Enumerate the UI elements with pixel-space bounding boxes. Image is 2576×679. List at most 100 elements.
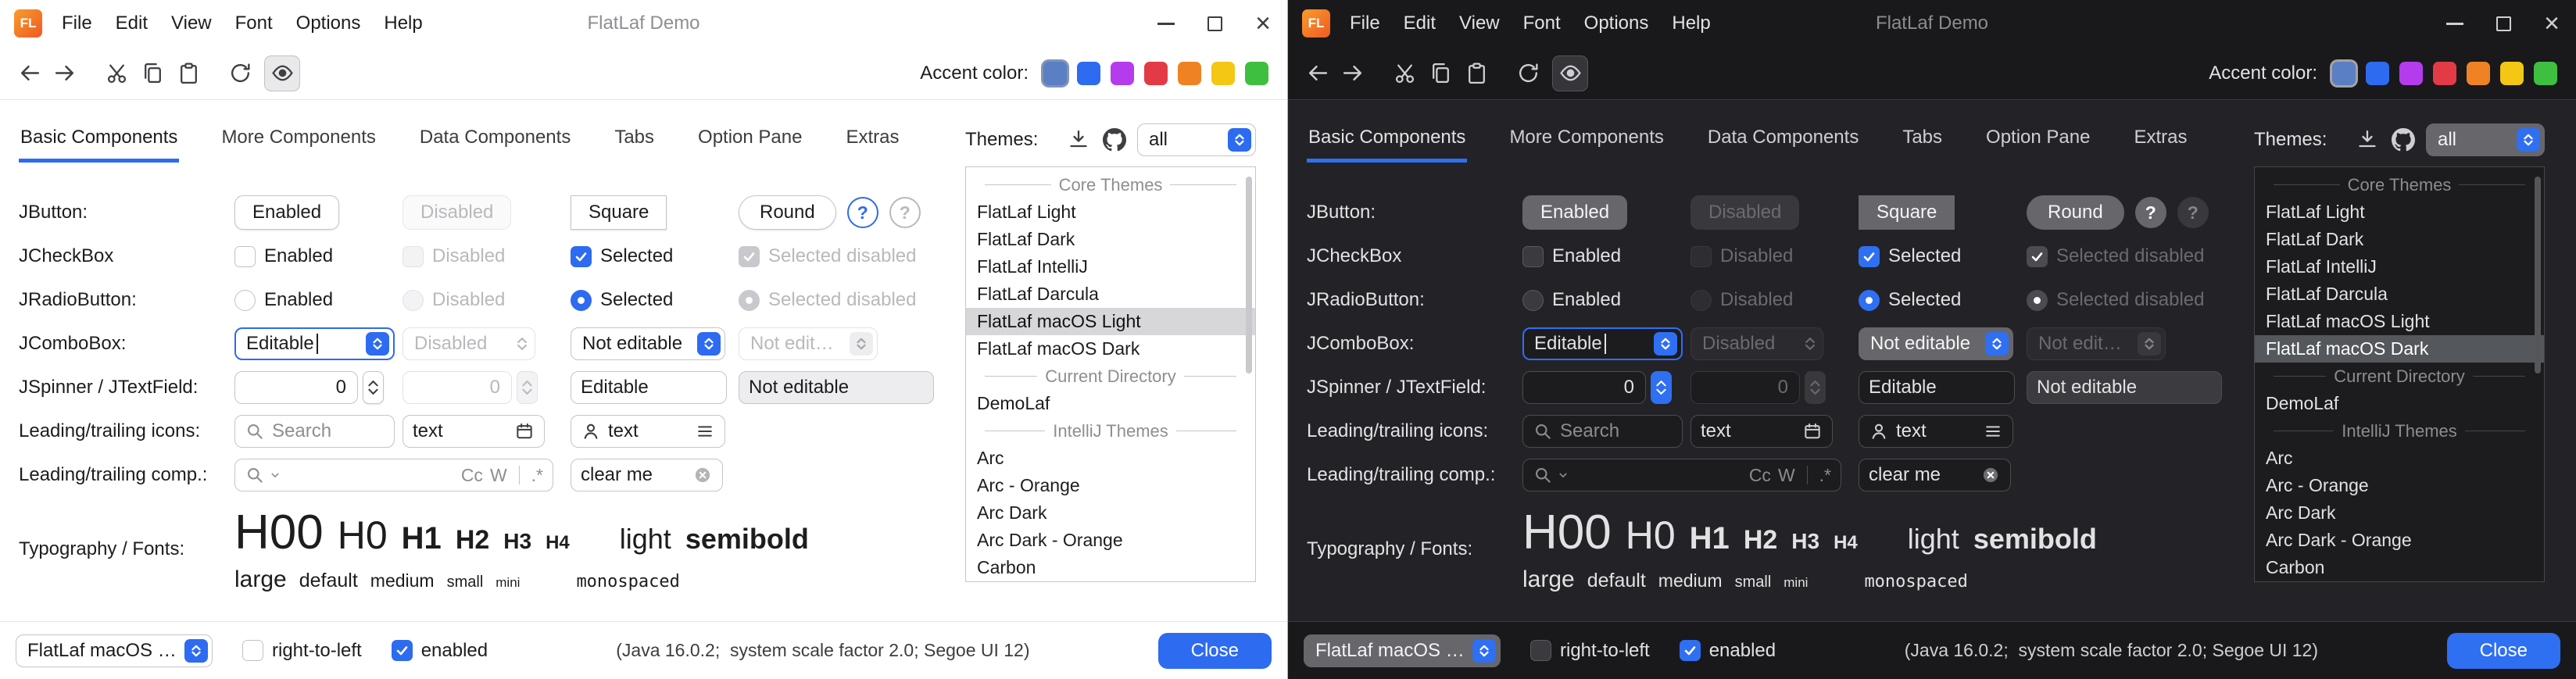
themes-filter-combo[interactable]: all xyxy=(1137,123,1256,156)
round-button[interactable]: Round xyxy=(2027,195,2124,230)
accent-swatch[interactable] xyxy=(2433,62,2456,85)
clearable-field[interactable]: clear me xyxy=(1859,459,2011,491)
theme-list-item[interactable]: FlatLaf Dark xyxy=(966,226,1255,253)
combobox-not-editable[interactable]: Not editable xyxy=(1859,327,2013,360)
checkbox-enabled[interactable]: Enabled xyxy=(1522,245,1621,267)
theme-list-item[interactable]: Arc xyxy=(2255,445,2544,472)
theme-list-item[interactable]: FlatLaf Light xyxy=(2255,198,2544,226)
themes-list[interactable]: Core Themes FlatLaf Light FlatLaf Dark F… xyxy=(2254,166,2545,582)
menu-edit[interactable]: Edit xyxy=(1392,0,1447,47)
back-button[interactable] xyxy=(11,55,47,91)
menu-file[interactable]: File xyxy=(50,0,104,47)
forward-button[interactable] xyxy=(47,55,83,91)
back-button[interactable] xyxy=(1299,55,1335,91)
match-case-toggle[interactable]: Cc xyxy=(1749,465,1771,486)
accent-swatch[interactable] xyxy=(1245,62,1268,85)
eye-toggle-button[interactable] xyxy=(264,55,300,91)
date-field[interactable]: text xyxy=(1690,415,1833,448)
date-field[interactable]: text xyxy=(402,415,545,448)
scrollbar-thumb[interactable] xyxy=(2535,177,2541,373)
round-button[interactable]: Round xyxy=(739,195,836,230)
theme-list-item[interactable]: FlatLaf macOS Light xyxy=(966,308,1255,335)
theme-list-item[interactable]: FlatLaf IntelliJ xyxy=(2255,253,2544,281)
theme-list-item[interactable]: Arc Dark xyxy=(966,499,1255,527)
tab-more-components[interactable]: More Components xyxy=(220,127,377,163)
search-field[interactable]: Search xyxy=(234,415,395,448)
themes-filter-combo[interactable]: all xyxy=(2426,123,2545,156)
user-field[interactable]: text xyxy=(1859,415,2013,448)
paste-button[interactable] xyxy=(1458,55,1494,91)
chevron-down-icon[interactable] xyxy=(1560,469,1569,481)
checkbox-selected[interactable]: Selected xyxy=(571,245,673,267)
help-button[interactable]: ? xyxy=(2135,197,2166,228)
menu-options[interactable]: Options xyxy=(284,0,373,47)
tab-option-pane[interactable]: Option Pane xyxy=(696,127,803,163)
tab-extras[interactable]: Extras xyxy=(844,127,900,163)
download-theme-button[interactable] xyxy=(2356,128,2379,152)
menu-font[interactable]: Font xyxy=(1512,0,1572,47)
enabled-button[interactable]: Enabled xyxy=(1522,195,1627,230)
tab-tabs[interactable]: Tabs xyxy=(613,127,656,163)
enabled-button[interactable]: Enabled xyxy=(234,195,339,230)
accent-swatch[interactable] xyxy=(2399,62,2423,85)
refresh-button[interactable] xyxy=(222,55,258,91)
theme-list-item[interactable]: Arc - Orange xyxy=(966,472,1255,499)
enabled-checkbox[interactable]: enabled xyxy=(392,640,488,662)
download-theme-button[interactable] xyxy=(1067,128,1090,152)
accent-swatch[interactable] xyxy=(1111,62,1134,85)
enabled-checkbox[interactable]: enabled xyxy=(1680,640,1776,662)
theme-list-item[interactable]: Arc Dark - Orange xyxy=(966,527,1255,554)
combobox-not-editable[interactable]: Not editable xyxy=(571,327,725,360)
menu-edit[interactable]: Edit xyxy=(104,0,159,47)
accent-swatch[interactable] xyxy=(2366,62,2389,85)
tab-extras[interactable]: Extras xyxy=(2132,127,2188,163)
accent-swatch[interactable] xyxy=(1211,62,1235,85)
theme-list-item[interactable]: FlatLaf macOS Dark xyxy=(2255,335,2544,363)
minimize-button[interactable] xyxy=(2431,0,2479,47)
spinner-value[interactable]: 0 xyxy=(234,371,358,404)
theme-list-item[interactable]: Carbon xyxy=(966,554,1255,581)
accent-swatch[interactable] xyxy=(2534,62,2557,85)
minimize-button[interactable] xyxy=(1142,0,1190,47)
theme-list-item[interactable]: FlatLaf Dark xyxy=(2255,226,2544,253)
editable-textfield[interactable]: Editable xyxy=(571,371,727,404)
editable-textfield[interactable]: Editable xyxy=(1859,371,2015,404)
close-button[interactable]: Close xyxy=(1158,633,1272,669)
radio-enabled[interactable]: Enabled xyxy=(1522,289,1621,311)
radio-enabled[interactable]: Enabled xyxy=(234,289,333,311)
menu-font[interactable]: Font xyxy=(224,0,284,47)
tab-option-pane[interactable]: Option Pane xyxy=(1984,127,2091,163)
cut-button[interactable] xyxy=(1386,55,1422,91)
forward-button[interactable] xyxy=(1335,55,1371,91)
theme-list-item[interactable]: Carbon xyxy=(2255,554,2544,581)
accent-swatch[interactable] xyxy=(2500,62,2524,85)
refresh-button[interactable] xyxy=(1510,55,1546,91)
checkbox-enabled[interactable]: Enabled xyxy=(234,245,333,267)
paste-button[interactable] xyxy=(170,55,206,91)
maximize-button[interactable] xyxy=(2479,0,2528,47)
menu-options[interactable]: Options xyxy=(1572,0,1661,47)
github-link-button[interactable] xyxy=(1103,128,1126,152)
eye-toggle-button[interactable] xyxy=(1552,55,1588,91)
list-icon[interactable] xyxy=(1983,421,2003,441)
theme-list-item[interactable]: DemoLaf xyxy=(966,390,1255,417)
accent-swatch[interactable] xyxy=(2467,62,2490,85)
theme-list-item[interactable]: DemoLaf xyxy=(2255,390,2544,417)
close-button[interactable]: Close xyxy=(2447,633,2560,669)
theme-list-item[interactable]: Arc Dark xyxy=(2255,499,2544,527)
whole-words-toggle[interactable]: W xyxy=(1778,465,1795,486)
right-to-left-checkbox[interactable]: right-to-left xyxy=(242,640,362,662)
tab-tabs[interactable]: Tabs xyxy=(1901,127,1944,163)
theme-list-item[interactable]: FlatLaf Darcula xyxy=(966,281,1255,308)
clear-icon[interactable] xyxy=(692,465,713,485)
tab-data-components[interactable]: Data Components xyxy=(418,127,572,163)
copy-button[interactable] xyxy=(1422,55,1458,91)
tab-basic-components[interactable]: Basic Components xyxy=(19,127,179,163)
combo-arrows-icon[interactable] xyxy=(1654,332,1677,356)
spinner-stepper[interactable] xyxy=(1651,371,1672,404)
close-window-button[interactable]: × xyxy=(1239,0,1287,47)
regex-toggle[interactable]: .* xyxy=(531,465,543,486)
menu-help[interactable]: Help xyxy=(1660,0,1722,47)
accent-swatch[interactable] xyxy=(1144,62,1168,85)
spinner-stepper[interactable] xyxy=(363,371,384,404)
